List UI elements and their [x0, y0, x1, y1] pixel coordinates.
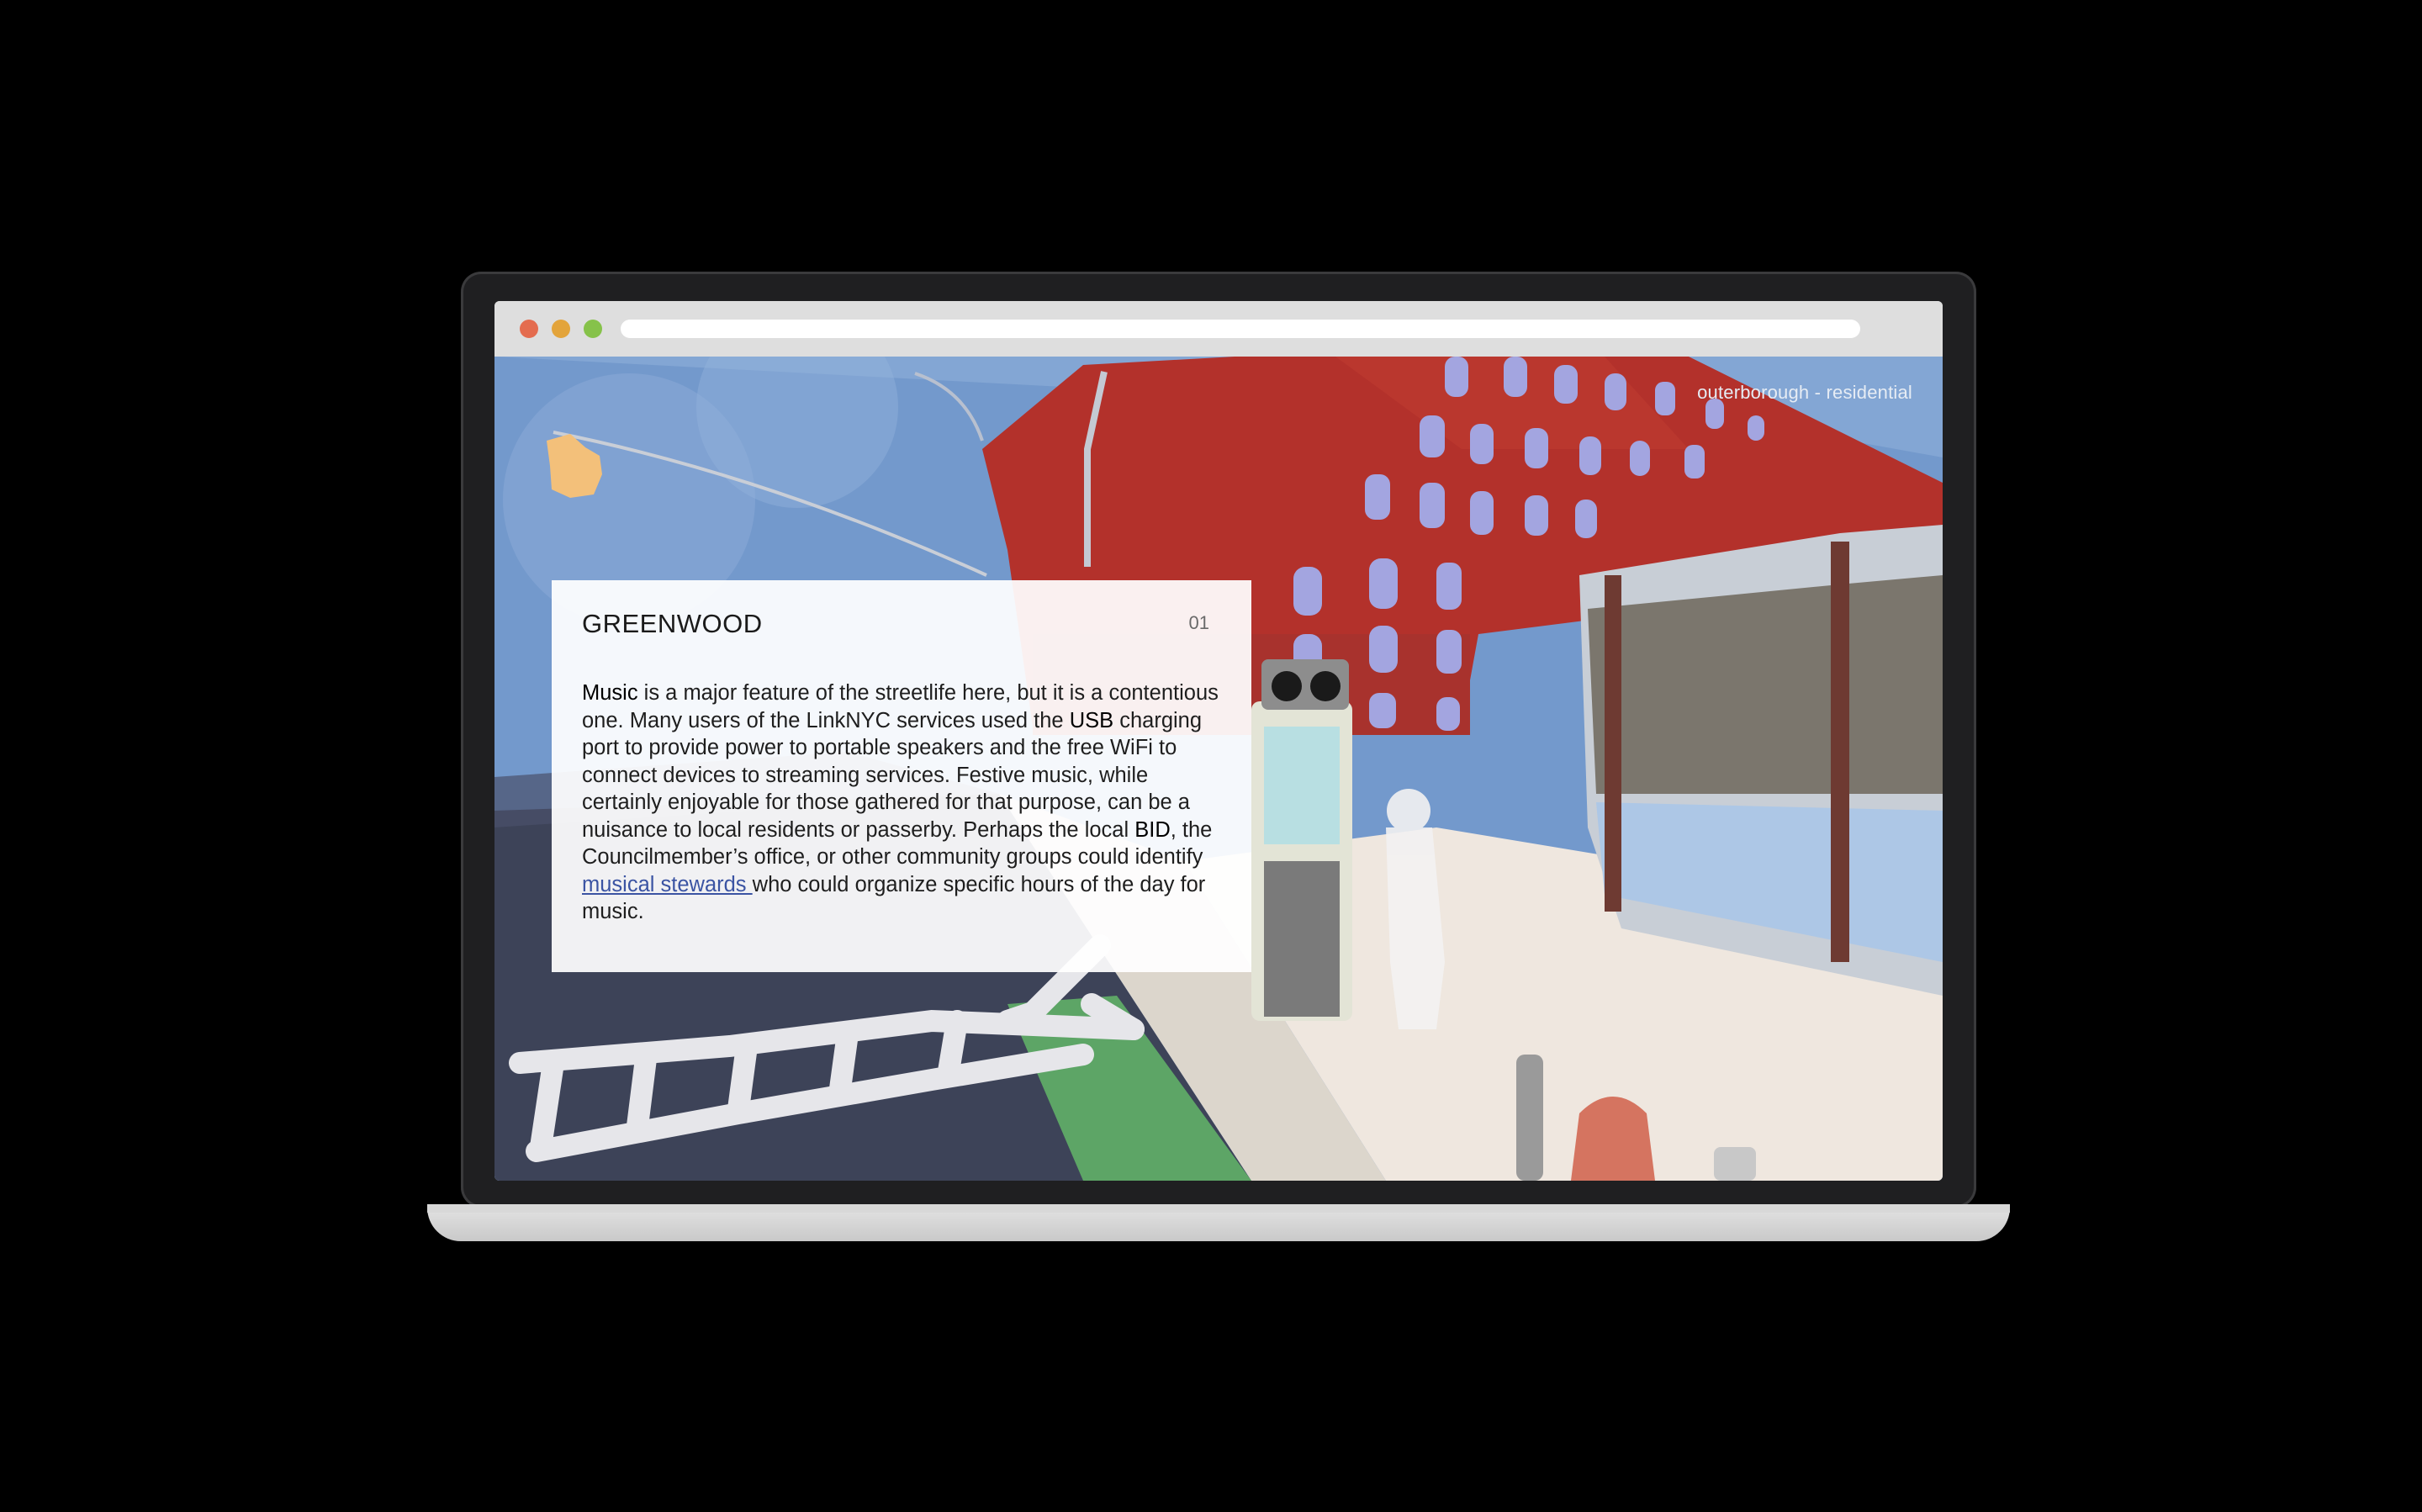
card-body: Music is a major feature of the streetli… — [582, 679, 1231, 926]
laptop-screen: outerborough - residential GREENWOOD 01 … — [494, 301, 1943, 1181]
bollard-icon — [1516, 1055, 1543, 1181]
card-index: 01 — [1188, 612, 1209, 633]
close-window-button[interactable] — [520, 320, 538, 338]
address-bar-input[interactable] — [621, 320, 1860, 338]
linknyc-kiosk-icon — [1251, 701, 1352, 1021]
browser-toolbar — [494, 301, 1943, 357]
info-card: GREENWOOD 01 Music is a major feature of… — [552, 580, 1251, 972]
laptop-base-lip — [427, 1204, 2010, 1213]
street-scene-illustration: outerborough - residential GREENWOOD 01 … — [494, 357, 1943, 1181]
maximize-window-button[interactable] — [584, 320, 602, 338]
card-title: GREENWOOD — [582, 609, 763, 638]
bus-shelter — [1579, 525, 1943, 996]
minimize-window-button[interactable] — [552, 320, 570, 338]
keyword-usb: USB — [1069, 708, 1114, 732]
keyword-music: Music — [582, 681, 638, 705]
category-tag: outerborough - residential — [1697, 382, 1912, 403]
musical-stewards-link[interactable]: musical stewards — [582, 873, 753, 896]
boombox-icon — [1261, 659, 1349, 710]
keyword-bid: BID — [1134, 817, 1171, 842]
